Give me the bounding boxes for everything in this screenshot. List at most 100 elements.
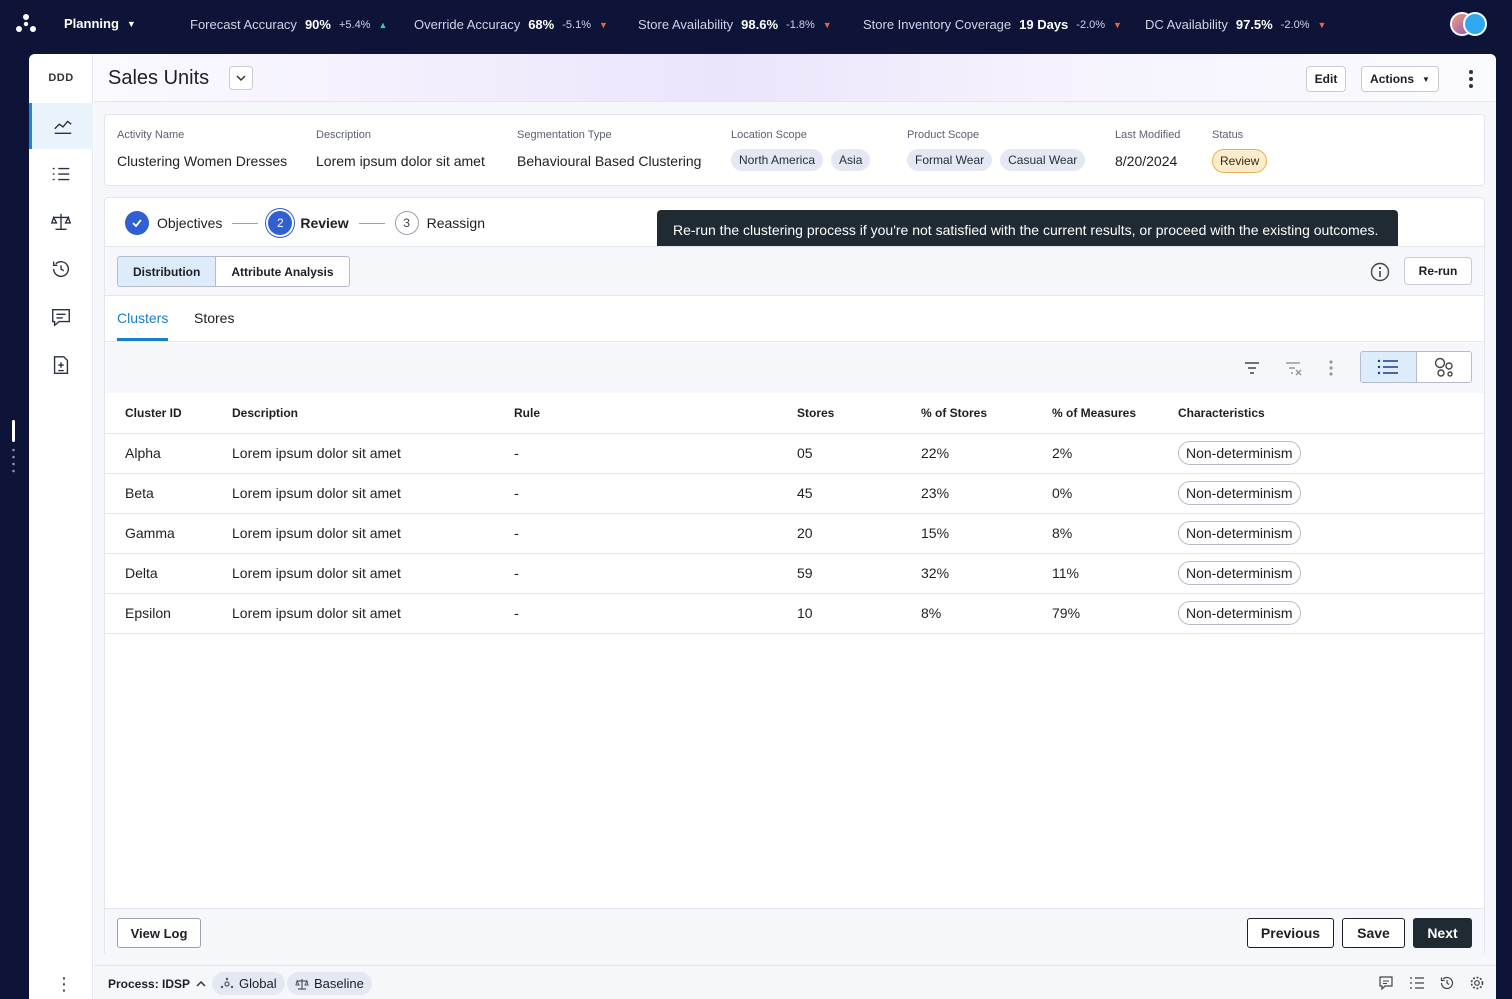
rule-cell: -: [514, 553, 797, 594]
column-header[interactable]: Rule: [514, 393, 797, 434]
more-vertical-icon[interactable]: [1328, 358, 1334, 378]
actions-label: Actions: [1370, 72, 1415, 86]
title-dropdown-button[interactable]: [229, 66, 253, 90]
stores-cell: 05: [797, 433, 921, 474]
tab-stores[interactable]: Stores: [194, 310, 234, 326]
nav-item-comments[interactable]: [29, 294, 93, 340]
save-button[interactable]: Save: [1342, 918, 1405, 948]
previous-button[interactable]: Previous: [1247, 918, 1334, 948]
kpi-dc-availability[interactable]: DC Availability 97.5% -2.0% ▼: [1145, 17, 1326, 32]
actions-button[interactable]: Actions ▼: [1361, 66, 1439, 92]
step-review[interactable]: 2 Review: [268, 211, 349, 235]
nav-item-trends[interactable]: [29, 103, 93, 149]
scroll-handle[interactable]: [11, 420, 17, 476]
column-header[interactable]: Stores: [797, 393, 921, 434]
activity-name-field: Activity Name Clustering Women Dresses: [117, 129, 287, 169]
step-connector: [358, 222, 385, 224]
cluster-id-cell: Delta: [105, 553, 232, 594]
cluster-id-cell: Beta: [105, 473, 232, 514]
segment-attribute-analysis[interactable]: Attribute Analysis: [216, 257, 348, 286]
nav-item-balance[interactable]: [29, 199, 93, 245]
history-icon[interactable]: [1439, 975, 1455, 991]
rule-cell: -: [514, 433, 797, 474]
list-view-button[interactable]: [1361, 352, 1417, 382]
view-log-button[interactable]: View Log: [117, 918, 201, 948]
global-chip[interactable]: Global: [212, 972, 285, 995]
kpi-label: Store Availability: [638, 17, 734, 32]
kpi-value: 68%: [528, 17, 555, 32]
segment-distribution[interactable]: Distribution: [118, 257, 217, 286]
edit-button[interactable]: Edit: [1306, 66, 1346, 92]
characteristics-cell: Non-determinism: [1178, 433, 1484, 474]
description-cell: Lorem ipsum dolor sit amet: [232, 433, 514, 474]
analysis-subbar: Distribution Attribute Analysis Re-run: [105, 246, 1484, 296]
table-row[interactable]: Epsilon Lorem ipsum dolor sit amet - 10 …: [105, 593, 1484, 634]
rerun-tooltip: Re-run the clustering process if you're …: [657, 210, 1398, 256]
pct-stores-cell: 15%: [921, 513, 1052, 554]
column-header[interactable]: % of Measures: [1052, 393, 1178, 434]
global-label: Global: [239, 976, 277, 991]
step-reassign[interactable]: 3 Reassign: [394, 211, 485, 235]
kpi-delta: -2.0%: [1280, 18, 1310, 31]
characteristics-cell: Non-determinism: [1178, 513, 1484, 554]
nav-item-checklist[interactable]: [29, 152, 93, 198]
column-header[interactable]: Cluster ID: [105, 393, 232, 434]
step-label: Reassign: [426, 215, 485, 231]
more-vertical-icon[interactable]: ⋮: [55, 974, 73, 995]
app-logo-icon[interactable]: [14, 12, 38, 36]
nav-item-history[interactable]: [29, 246, 93, 292]
process-label: Process: IDSP: [108, 977, 191, 991]
step-number: 3: [394, 211, 419, 235]
comments-icon[interactable]: [1378, 975, 1394, 991]
step-objectives[interactable]: Objectives: [125, 211, 222, 235]
column-header[interactable]: Characteristics: [1178, 393, 1484, 434]
column-header[interactable]: Description: [232, 393, 514, 434]
baseline-chip[interactable]: Baseline: [287, 972, 372, 995]
column-header[interactable]: % of Stores: [921, 393, 1052, 434]
next-button[interactable]: Next: [1413, 918, 1472, 948]
activity-info-card: Activity Name Clustering Women Dresses D…: [104, 114, 1485, 186]
field-value: Clustering Women Dresses: [117, 153, 288, 169]
kpi-override-accuracy[interactable]: Override Accuracy 68% -5.1% ▼: [414, 17, 608, 32]
kpi-value: 97.5%: [1235, 17, 1273, 32]
kpi-store-inventory-coverage[interactable]: Store Inventory Coverage 19 Days -2.0% ▼: [863, 17, 1122, 32]
field-label: Location Scope: [731, 129, 807, 141]
left-nav: DDD ⋮: [29, 54, 93, 999]
clear-filter-icon[interactable]: [1283, 358, 1303, 378]
info-icon[interactable]: [1370, 262, 1390, 282]
check-icon: [125, 211, 149, 235]
description-field: Description Lorem ipsum dolor sit amet: [316, 129, 485, 169]
kpi-store-availability[interactable]: Store Availability 98.6% -1.8% ▼: [638, 17, 832, 32]
checklist-icon[interactable]: [1409, 975, 1425, 991]
tab-clusters[interactable]: Clusters: [117, 310, 169, 341]
planning-menu[interactable]: Planning ▼: [64, 16, 136, 31]
description-cell: Lorem ipsum dolor sit amet: [232, 553, 514, 594]
more-vertical-icon[interactable]: [1468, 68, 1474, 90]
characteristics-cell: Non-determinism: [1178, 553, 1484, 594]
cluster-view-button[interactable]: [1417, 352, 1472, 382]
kpi-forecast-accuracy[interactable]: Forecast Accuracy 90% +5.4% ▲: [190, 17, 387, 32]
kpi-label: Store Inventory Coverage: [863, 17, 1012, 32]
table-row[interactable]: Alpha Lorem ipsum dolor sit amet - 05 22…: [105, 433, 1484, 474]
description-cell: Lorem ipsum dolor sit amet: [232, 473, 514, 514]
pct-measures-cell: 0%: [1052, 473, 1178, 514]
kpi-label: Forecast Accuracy: [190, 17, 297, 32]
filter-icon[interactable]: [1242, 358, 1262, 378]
gear-icon[interactable]: [1469, 975, 1485, 991]
table-row[interactable]: Beta Lorem ipsum dolor sit amet - 45 23%…: [105, 473, 1484, 514]
description-cell: Lorem ipsum dolor sit amet: [232, 513, 514, 554]
table-row[interactable]: Delta Lorem ipsum dolor sit amet - 59 32…: [105, 553, 1484, 594]
field-label: Segmentation Type: [517, 129, 612, 141]
kpi-value: 90%: [304, 17, 331, 32]
rule-cell: -: [514, 513, 797, 554]
process-selector[interactable]: Process: IDSP: [108, 977, 206, 991]
chevron-down-icon: [236, 75, 246, 82]
rerun-button[interactable]: Re-run: [1404, 257, 1472, 285]
field-label: Description: [316, 129, 372, 141]
kpi-label: Override Accuracy: [414, 17, 521, 32]
table-row[interactable]: Gamma Lorem ipsum dolor sit amet - 20 15…: [105, 513, 1484, 554]
user-avatars[interactable]: [1450, 12, 1490, 38]
field-label: Last Modified: [1115, 129, 1181, 141]
table-header-row: Cluster ID Description Rule Stores % of …: [105, 393, 1484, 434]
nav-item-document-calc[interactable]: [29, 342, 93, 388]
